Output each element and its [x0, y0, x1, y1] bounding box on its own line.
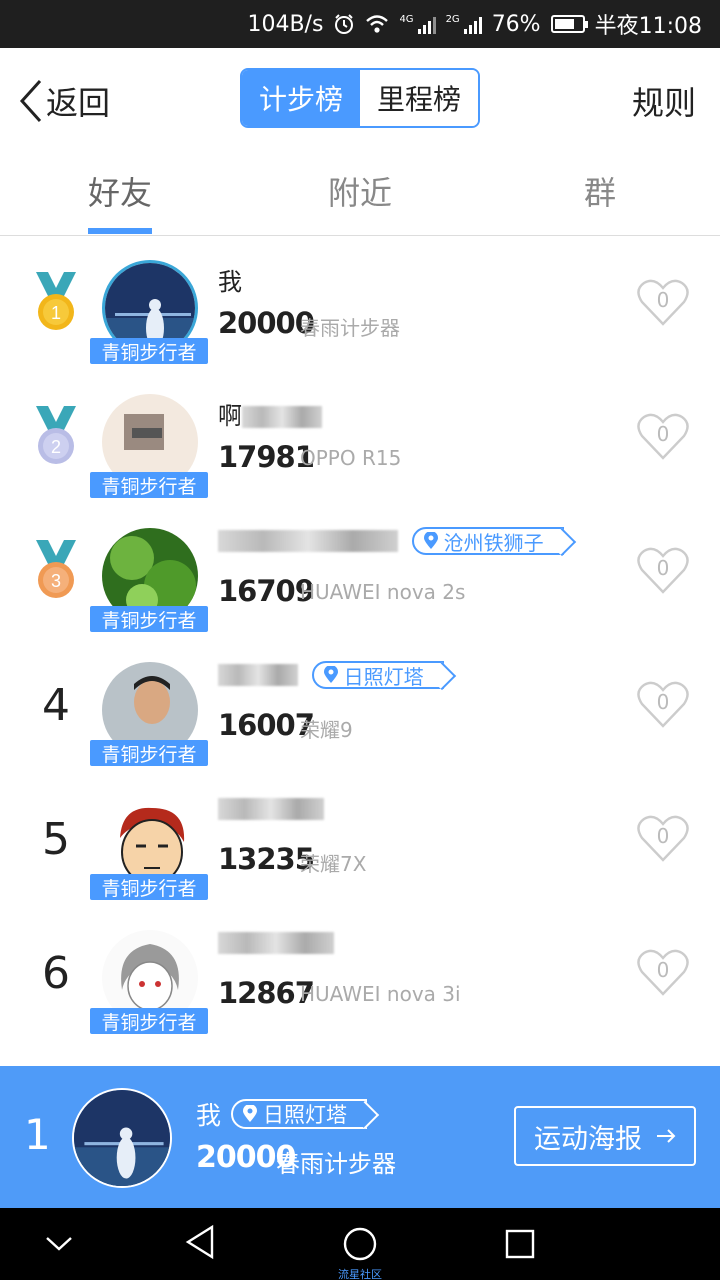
my-rank-bar[interactable]: 1 我 日照灯塔 20000 春雨计步器 运动海报: [0, 1066, 720, 1208]
signal-2g-label: 2G: [445, 14, 460, 25]
user-name: 日照灯塔: [218, 660, 444, 689]
location-label: 日照灯塔: [343, 664, 424, 689]
device-name: 荣耀9: [300, 718, 353, 742]
list-item[interactable]: 3 青铜步行者 沧州铁狮子 16709 HUAWEI nova 2s 0: [0, 508, 720, 642]
clock: 半夜11:08: [594, 14, 702, 39]
tab-group[interactable]: 群: [584, 168, 616, 214]
level-badge: 青铜步行者: [90, 1008, 208, 1034]
user-name: 啊: [218, 396, 322, 431]
battery-icon: [550, 15, 588, 33]
bronze-medal-icon: 3: [36, 540, 76, 598]
list-item[interactable]: 1 青铜步行者 我 20000 春雨计步器 0: [0, 240, 720, 374]
user-name: 沧州铁狮子: [218, 526, 564, 555]
user-name: 我: [218, 268, 242, 296]
location-tag: 日照灯塔: [311, 661, 444, 689]
like-button[interactable]: 0: [636, 546, 690, 596]
my-name-row: 我 日照灯塔: [196, 1096, 368, 1132]
blurred-name: [218, 664, 298, 686]
signal-4g-label: 4G: [399, 14, 414, 25]
sport-poster-label: 运动海报: [534, 1123, 642, 1155]
signal-4g-icon: 4G: [399, 14, 436, 34]
like-count: 0: [656, 690, 670, 714]
system-nav-bar: 流星社区: [0, 1208, 720, 1281]
battery-percent: 76%: [491, 11, 541, 37]
user-name: [218, 928, 334, 956]
status-bar: 104B/s 4G 2G 76% 半夜11:08: [0, 0, 720, 48]
alarm-icon: [333, 13, 355, 35]
like-button[interactable]: 0: [636, 948, 690, 998]
blurred-name: [218, 530, 398, 552]
back-button[interactable]: 返回: [18, 78, 110, 124]
location-label: 沧州铁狮子: [443, 530, 544, 555]
recents-square-icon[interactable]: [504, 1228, 536, 1260]
like-button[interactable]: 0: [636, 680, 690, 730]
active-tab-indicator: [88, 228, 152, 234]
list-item[interactable]: 2 青铜步行者 啊 17981 OPPO R15 0: [0, 374, 720, 508]
like-count: 0: [656, 556, 670, 580]
hide-nav-chevron-icon[interactable]: [44, 1234, 74, 1254]
like-button[interactable]: 0: [636, 412, 690, 462]
like-count: 0: [656, 422, 670, 446]
rank-number: 6: [42, 948, 70, 999]
list-item[interactable]: 5 青铜步行者 13235 荣耀7X 0: [0, 776, 720, 910]
level-badge: 青铜步行者: [90, 740, 208, 766]
blurred-name: [218, 798, 324, 820]
level-badge: 青铜步行者: [90, 874, 208, 900]
my-location-label: 日照灯塔: [263, 1103, 348, 1127]
scope-tabs: 好友 附近 群: [0, 148, 720, 236]
like-count: 0: [656, 958, 670, 982]
rules-link[interactable]: 规则: [632, 78, 696, 124]
tab-distance-ranking[interactable]: 里程榜: [360, 70, 478, 126]
level-badge: 青铜步行者: [90, 606, 208, 632]
arrow-right-icon: [657, 1129, 676, 1143]
like-button[interactable]: 0: [636, 278, 690, 328]
wifi-icon: [365, 14, 389, 34]
silver-medal-icon: 2: [36, 406, 76, 464]
location-pin-icon: [423, 532, 438, 549]
location-tag: 沧州铁狮子: [411, 527, 564, 555]
tab-friends[interactable]: 好友: [88, 168, 152, 214]
device-name: OPPO R15: [300, 446, 402, 470]
network-speed: 104B/s: [247, 11, 324, 37]
medal-rank: 3: [51, 571, 61, 591]
device-name: HUAWEI nova 3i: [300, 982, 461, 1006]
like-count: 0: [656, 824, 670, 848]
device-name: HUAWEI nova 2s: [300, 580, 466, 604]
location-pin-icon: [243, 1105, 258, 1122]
my-name: 我: [196, 1101, 222, 1130]
list-item[interactable]: 6 青铜步行者 12867 HUAWEI nova 3i 0: [0, 910, 720, 1044]
medal-rank: 1: [51, 303, 61, 323]
tab-steps-ranking[interactable]: 计步榜: [242, 70, 360, 126]
blurred-name: [218, 932, 334, 954]
medal-rank: 2: [51, 437, 61, 457]
gold-medal-icon: 1: [36, 272, 76, 330]
chevron-left-icon: [19, 79, 42, 123]
location-pin-icon: [323, 666, 338, 683]
user-name: [218, 794, 324, 822]
my-rank-number: 1: [24, 1110, 51, 1159]
rank-number: 5: [42, 814, 70, 865]
header: 返回 计步榜 里程榜 规则: [0, 48, 720, 148]
sport-poster-button[interactable]: 运动海报: [514, 1106, 696, 1166]
device-name: 荣耀7X: [300, 852, 367, 876]
level-badge: 青铜步行者: [90, 472, 208, 498]
user-name-text: 啊: [218, 402, 242, 430]
ranking-type-switch: 计步榜 里程榜: [240, 68, 480, 128]
my-location-tag[interactable]: 日照灯塔: [231, 1099, 368, 1129]
device-name: 春雨计步器: [300, 316, 400, 340]
signal-2g-icon: 2G: [446, 14, 482, 34]
like-count: 0: [656, 288, 670, 312]
back-triangle-icon[interactable]: [184, 1224, 216, 1260]
home-circle-icon[interactable]: [342, 1226, 378, 1262]
rank-number: 4: [42, 680, 70, 731]
my-device-name: 春雨计步器: [276, 1150, 396, 1178]
like-button[interactable]: 0: [636, 814, 690, 864]
list-item[interactable]: 4 青铜步行者 日照灯塔 16007 荣耀9 0: [0, 642, 720, 776]
level-badge: 青铜步行者: [90, 338, 208, 364]
my-avatar[interactable]: [72, 1088, 172, 1188]
tab-nearby[interactable]: 附近: [328, 168, 392, 214]
back-label: 返回: [46, 84, 111, 122]
